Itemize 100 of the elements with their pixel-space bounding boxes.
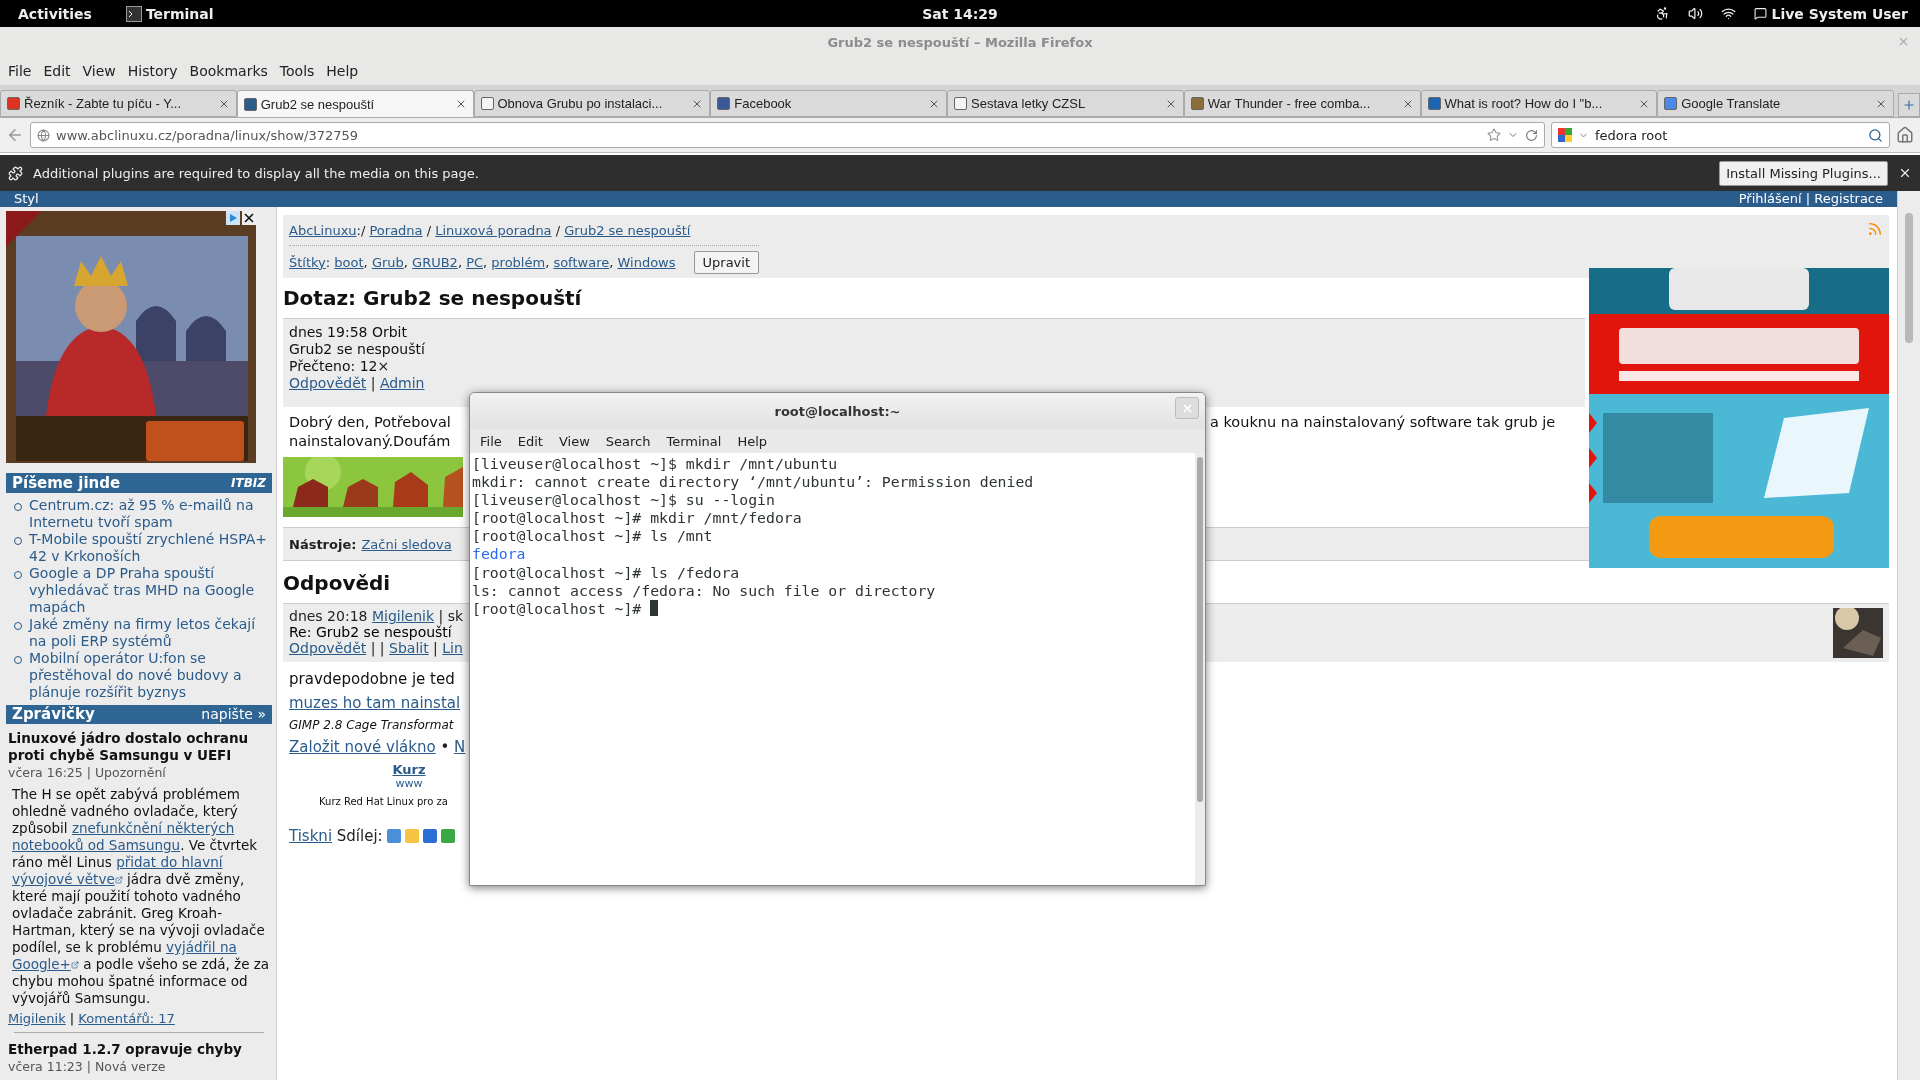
wifi-icon[interactable] (1721, 6, 1737, 21)
activities-button[interactable]: Activities (12, 5, 98, 22)
link[interactable]: Začni sledova (361, 536, 452, 552)
link[interactable]: vyjádřil na (166, 939, 237, 956)
link[interactable]: GRUB2 (412, 254, 458, 270)
browser-tab[interactable]: Sestava letky CZSL (947, 90, 1184, 117)
link[interactable]: Odpovědět (289, 640, 367, 656)
browser-tab[interactable]: War Thunder - free comba... (1183, 90, 1421, 117)
link[interactable]: Štítky (289, 254, 326, 270)
link[interactable]: notebooků od Samsungu (12, 837, 181, 854)
close-icon[interactable] (1898, 166, 1912, 180)
browser-tab[interactable]: Řezník - Zabte tu píču - Y... (0, 90, 237, 117)
browser-tab[interactable]: Grub2 se nespouští (236, 90, 474, 117)
share-icon[interactable] (422, 829, 437, 843)
article-link[interactable]: Mobilní operátor U:fon se přestěhoval do nové budovy a plánuje rozšířit byznys (29, 649, 268, 701)
scrollbar[interactable] (1897, 191, 1920, 1080)
search-field[interactable]: fedora root (1551, 122, 1890, 148)
favicon-icon (1190, 97, 1204, 110)
link[interactable]: přidat do hlavní (116, 854, 223, 871)
print-link[interactable]: Tiskni (289, 827, 333, 845)
link[interactable]: Založit nové vlákno (289, 738, 436, 756)
menu-item[interactable]: File (472, 433, 510, 449)
home-icon[interactable] (1896, 126, 1914, 144)
article-link[interactable]: Jaké změny na firmy letos čekají na poli ERP systémů (29, 615, 268, 650)
share-icon[interactable] (386, 829, 401, 843)
browser-tab[interactable]: Obnova Grubu po instalaci... (473, 90, 711, 117)
reload-icon[interactable] (1525, 128, 1538, 142)
scrollbar[interactable] (1195, 453, 1205, 885)
link[interactable]: Registrace (1814, 191, 1883, 207)
clock[interactable]: Sat 14:29 (922, 5, 998, 22)
new-tab-button[interactable] (1898, 93, 1920, 117)
write-link[interactable]: napište » (201, 706, 266, 723)
menu-item[interactable]: Help (729, 433, 776, 449)
menu-item[interactable]: View (550, 433, 598, 449)
link[interactable]: Windows (617, 254, 676, 270)
article-link[interactable]: T-Mobile spouští zrychlené HSPA+ 42 v Krkonoších (29, 530, 268, 565)
user-menu[interactable]: Live System User (1754, 5, 1908, 22)
edit-button[interactable]: Upravit (693, 250, 759, 274)
separator: | (68, 1011, 76, 1026)
news-headline[interactable]: Etherpad 1.2.7 opravuje chyby (8, 1041, 270, 1058)
separator: dnes 20:18 (289, 608, 369, 624)
menu-item[interactable]: Search (597, 433, 659, 449)
link[interactable]: Kurz (392, 762, 426, 777)
link[interactable]: Grub2 se nespouští (564, 222, 691, 238)
link[interactable]: Google+ (12, 956, 71, 973)
link[interactable]: www (395, 777, 423, 790)
menu-item[interactable]: File (2, 63, 38, 79)
rss-icon[interactable] (1867, 221, 1883, 237)
news-headline[interactable]: Linuxové jádro dostalo ochranu proti chybě Samsungu v UEFI (8, 730, 270, 764)
accessibility-icon[interactable] (1655, 6, 1671, 21)
menu-item[interactable]: Terminal (658, 433, 730, 449)
link[interactable]: Migilenik (8, 1011, 66, 1026)
scrollbar-thumb[interactable] (1197, 457, 1203, 802)
link[interactable]: Linuxová poradna (435, 222, 552, 238)
link[interactable]: vývojové větve (12, 871, 115, 888)
link[interactable]: Přihlášení (1738, 191, 1802, 207)
scrollbar-thumb[interactable] (1905, 213, 1913, 343)
link[interactable]: Migilenik (371, 608, 435, 624)
promo-text: GIMP 2.8 Cage Transformat (289, 718, 455, 732)
link[interactable]: N (454, 738, 466, 756)
menu-item[interactable]: Edit (37, 63, 77, 79)
volume-icon[interactable] (1688, 6, 1704, 21)
link[interactable]: Odpovědět (289, 375, 367, 392)
link[interactable]: muzes ho tam nainstal (289, 694, 469, 712)
url-field[interactable]: www.abclinuxu.cz/poradna/linux/show/372759 (30, 122, 1545, 148)
back-icon[interactable] (6, 126, 24, 144)
search-engine-icon (1558, 128, 1572, 142)
link[interactable]: Poradna (369, 222, 423, 238)
link[interactable]: Komentářů: 17 (78, 1011, 175, 1026)
link[interactable]: Admin (379, 375, 425, 392)
browser-tab[interactable]: Google Translate (1657, 90, 1894, 117)
menu-item[interactable]: Help (320, 63, 365, 79)
link[interactable]: Lin (442, 640, 463, 656)
menu-item[interactable]: Edit (509, 433, 551, 449)
browser-tab[interactable]: Facebook (710, 90, 947, 117)
menu-item[interactable]: History (121, 63, 184, 79)
body-text: Dobrý den, Potřeboval (289, 413, 452, 432)
link[interactable]: problém (491, 254, 546, 270)
reply-subject: Re: Grub2 se nespouští (289, 624, 453, 640)
link[interactable]: boot (334, 254, 364, 270)
share-icon[interactable] (440, 829, 455, 843)
link[interactable]: Styl (14, 191, 39, 207)
browser-tab[interactable]: What is root? How do I "b... (1420, 90, 1658, 117)
search-icon[interactable] (1868, 127, 1883, 143)
menu-item[interactable]: Tools (273, 63, 321, 79)
link[interactable]: Grub (371, 254, 404, 270)
article-link[interactable]: Google a DP Praha spouští vyhledávač tras MHD na Google mapách (29, 564, 268, 616)
menu-item[interactable]: Bookmarks (183, 63, 274, 79)
install-plugins-button[interactable]: Install Missing Plugins... (1719, 160, 1888, 186)
terminal-line: [root@localhost ~]# ls /fedora (472, 563, 740, 582)
star-icon[interactable] (1487, 128, 1501, 142)
menu-item[interactable]: View (76, 63, 122, 79)
article-link[interactable]: Centrum.cz: až 95 % e-mailů na Internetu tvoří spam (29, 496, 268, 531)
app-menu[interactable]: Terminal (125, 5, 214, 22)
news-meta: včera 16:25 | Upozornění (8, 765, 167, 780)
link[interactable]: AbcLinuxu (289, 222, 357, 238)
link[interactable]: Sbalit (389, 640, 429, 656)
separator: • (439, 738, 451, 756)
favicon-icon (717, 97, 731, 110)
link[interactable]: znefunkčnění některých (71, 820, 235, 837)
